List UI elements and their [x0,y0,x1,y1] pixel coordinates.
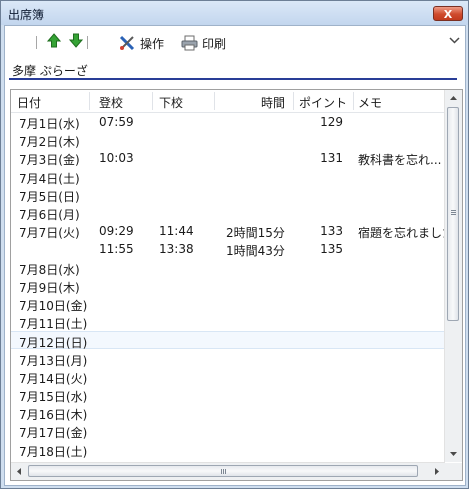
cell-date: 7月4日(土) [19,171,80,186]
header-divider [353,92,354,110]
cell-date: 7月3日(金) [19,153,80,168]
print-label: 印刷 [202,36,227,51]
cell-duration: 2時間15分 [226,226,285,241]
cell-duration: 1時間43分 [226,244,285,259]
cell-checkin: 10:03 [99,151,134,166]
table-row[interactable]: 11:55 13:38 1時間43分 135 [11,240,445,258]
down-arrow-icon[interactable] [69,33,83,48]
table-row[interactable]: 7月16日(木) [11,404,445,422]
cell-date: 7月18日(土) [19,444,88,459]
scroll-up-icon[interactable] [445,90,462,107]
up-arrow-icon[interactable] [47,33,61,48]
name-underline [9,78,457,80]
cell-checkin: 09:29 [99,224,134,239]
header-duration[interactable]: 時間 [261,94,285,111]
vertical-scroll-thumb[interactable] [447,107,459,321]
cell-date: 7月15日(水) [19,390,88,404]
table-header: 日付 登校 下校 時間 ポイント メモ [11,90,445,113]
table-body: 7月1日(水) 07:59 129 7月2日(木) 7月3日(金) 10:03 131 教科書… [11,113,445,461]
student-name: 多摩 ぷらーざ [12,64,88,78]
cell-checkout: 11:44 [159,224,194,239]
cell-checkin: 07:59 [99,115,134,129]
operate-tools-icon [119,35,135,51]
header-divider [293,92,294,110]
operate-label: 操作 [140,36,165,51]
print-button[interactable]: 印刷 [181,35,226,51]
cell-date: 7月16日(木) [19,408,88,423]
cell-memo: 教科書を忘れ... [358,153,442,168]
header-checkin[interactable]: 登校 [99,94,123,111]
window-title: 出席簿 [8,8,45,22]
horizontal-scrollbar[interactable] [11,462,445,480]
attendance-window: 出席簿 X 操作 印刷 多摩 ぷらーざ 日付 登校 下校 時間 ポイント メモ … [0,0,469,489]
cell-memo: 宿題を忘れました [358,226,444,241]
table-row[interactable]: 7月11日(土) [11,313,445,331]
printer-icon [181,35,198,51]
cell-date: 7月13日(月) [19,353,88,368]
header-date[interactable]: 日付 [17,94,41,111]
table-row[interactable]: 7月3日(金) 10:03 131 教科書を忘れ... [11,149,445,167]
table-row[interactable]: 7月2日(木) [11,131,445,149]
table-row[interactable]: 7月1日(水) 07:59 129 [11,113,445,131]
close-button[interactable]: X [433,6,463,21]
cell-date: 7月14日(火) [19,371,88,386]
attendance-table: 日付 登校 下校 時間 ポイント メモ 7月1日(水) 07:59 129 7月2日(… [10,89,463,481]
title-bar[interactable]: 出席簿 X [1,1,468,25]
table-row[interactable]: 7月13日(月) [11,350,445,368]
table-row[interactable]: 7月6日(月) [11,204,445,222]
window-content: 操作 印刷 多摩 ぷらーざ 日付 登校 下校 時間 ポイント メモ 7月1日(水… [4,25,466,486]
header-divider [152,92,153,110]
chevron-down-icon[interactable] [449,37,460,45]
scroll-right-icon[interactable] [428,463,445,480]
operate-button[interactable]: 操作 [119,35,164,51]
cell-points: 131 [320,151,343,166]
table-row[interactable]: 7月14日(火) [11,368,445,386]
table-row[interactable]: 7月15日(水) [11,386,445,404]
cell-points: 129 [320,115,343,129]
table-row[interactable]: 7月7日(火) 09:29 11:44 2時間15分 133 宿題を忘れました [11,222,445,240]
cell-date: 7月6日(月) [19,208,80,222]
table-row[interactable]: 7月10日(金) [11,295,445,313]
cell-date: 7月1日(水) [19,117,80,131]
cell-date: 7月10日(金) [19,299,88,313]
toolbar-separator [36,36,37,49]
table-row[interactable]: 7月19日(日) [11,459,445,461]
cell-date: 7月9日(木) [19,280,80,295]
cell-points: 135 [320,242,343,257]
table-row[interactable]: 7月12日(日) [11,331,445,350]
header-divider [214,92,215,110]
toolbar: 操作 印刷 [5,26,465,60]
toolbar-separator [87,36,88,49]
cell-date: 7月5日(日) [19,189,80,204]
table-row[interactable]: 7月9日(木) [11,277,445,295]
scrollbar-corner [445,463,462,480]
horizontal-scroll-thumb[interactable] [28,465,418,477]
table-row[interactable]: 7月17日(金) [11,422,445,440]
cell-date: 7月2日(木) [19,135,80,150]
cell-date: 7月7日(火) [19,226,80,241]
cell-date: 7月17日(金) [19,426,88,441]
scroll-left-icon[interactable] [11,463,28,480]
table-row[interactable]: 7月5日(日) [11,186,445,204]
cell-points: 133 [320,224,343,239]
cell-date: 7月8日(水) [19,262,80,277]
header-memo[interactable]: メモ [358,94,382,111]
vertical-scrollbar[interactable] [444,90,462,462]
table-row[interactable]: 7月18日(土) [11,441,445,459]
table-row[interactable]: 7月4日(土) [11,168,445,186]
header-points[interactable]: ポイント [299,94,347,111]
header-checkout[interactable]: 下校 [159,94,183,111]
cell-date: 7月11日(土) [19,317,88,332]
cell-checkout: 13:38 [159,242,194,257]
scroll-down-icon[interactable] [445,445,462,462]
header-divider [89,92,90,110]
cell-checkin: 11:55 [99,242,134,257]
table-row[interactable]: 7月8日(水) [11,259,445,277]
